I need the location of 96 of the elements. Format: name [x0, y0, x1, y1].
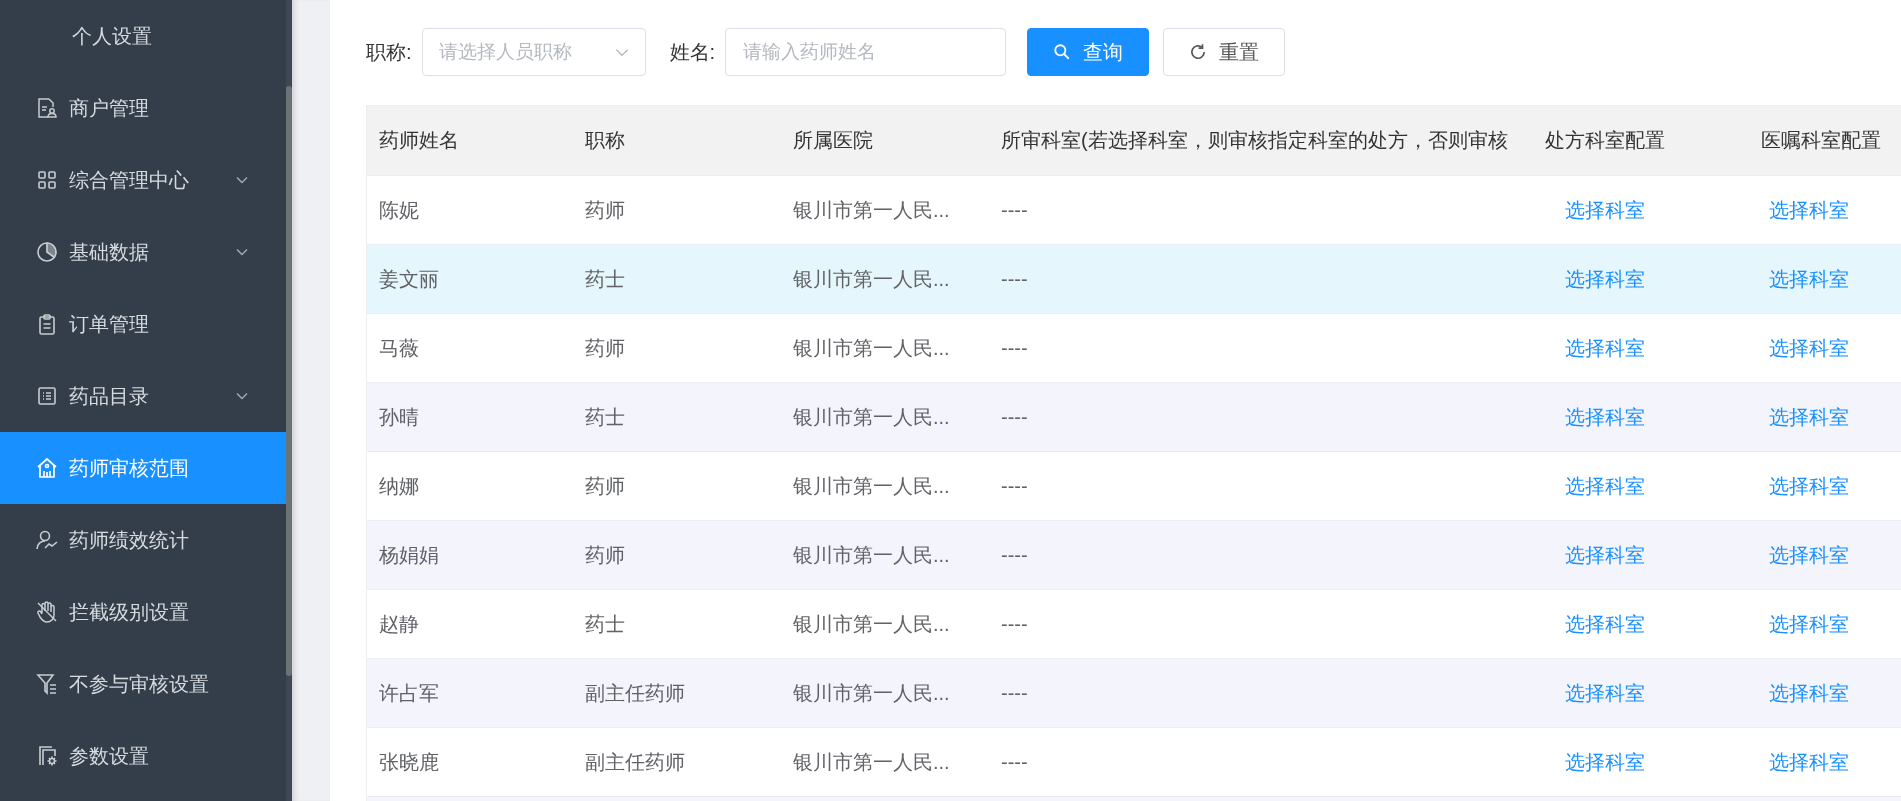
select-department-link[interactable]: 选择科室 — [1565, 681, 1645, 704]
table-cell: 杨娟娟 — [379, 543, 439, 566]
table-cell: 药士 — [585, 405, 625, 428]
column-header: 职称 — [584, 128, 626, 153]
list-icon — [35, 384, 59, 408]
field-label: 姓名: — [669, 39, 716, 65]
select-department-link[interactable]: 选择科室 — [1565, 750, 1645, 773]
table-cell: 药师 — [585, 336, 625, 359]
table-cell: 银川市第一人民... — [793, 612, 950, 635]
select-department-link[interactable]: 选择科室 — [1565, 267, 1645, 290]
refresh-icon — [1189, 43, 1208, 61]
sidebar-item[interactable]: 订单管理 — [0, 288, 288, 360]
search-button[interactable]: 查询 — [1027, 28, 1150, 76]
table-cell: 纳娜 — [379, 474, 419, 497]
select-department-link[interactable]: 选择科室 — [1769, 681, 1849, 704]
table-cell: 药士 — [585, 267, 625, 290]
column-header: 所审科室(若选择科室，则审核指定科室的处方，否则审核 — [1000, 128, 1509, 153]
sidebar-item[interactable]: 药品目录 — [0, 360, 288, 432]
table-cell: 张晓鹿 — [379, 750, 439, 773]
table-cell: 银川市第一人民... — [793, 405, 950, 428]
chevron-down-icon — [236, 392, 248, 400]
title-select[interactable]: 请选择人员职称 — [421, 28, 646, 76]
sidebar-item[interactable]: 药师审核范围 — [0, 432, 288, 504]
select-department-link[interactable]: 选择科室 — [1565, 336, 1645, 359]
select-department-link[interactable]: 选择科室 — [1769, 198, 1849, 221]
sidebar-item[interactable]: 个人设置 — [0, 0, 288, 72]
select-department-link[interactable]: 选择科室 — [1769, 336, 1849, 359]
select-department-link[interactable]: 选择科室 — [1565, 198, 1645, 221]
select-department-link[interactable]: 选择科室 — [1769, 543, 1849, 566]
hand-icon — [35, 600, 59, 624]
table-cell: 银川市第一人民... — [793, 198, 950, 221]
table-cell: 银川市第一人民... — [793, 750, 950, 773]
reset-button[interactable]: 重置 — [1163, 28, 1286, 76]
table-cell: 马薇 — [379, 336, 419, 359]
table-row[interactable]: 许占军 副主任药师 银川市第一人民... ---- 选择科室 选择科室 — [367, 659, 1901, 728]
sidebar-item[interactable]: 综合管理中心 — [0, 144, 288, 216]
table-cell: 药士 — [585, 612, 625, 635]
field-label: 职称: — [366, 39, 412, 65]
pie-chart-icon — [35, 240, 59, 264]
table-cell: 银川市第一人民... — [793, 543, 950, 566]
table-cell: 银川市第一人民... — [793, 267, 950, 290]
scrollbar[interactable] — [286, 0, 292, 801]
sidebar-item[interactable]: 基础数据 — [0, 216, 288, 288]
table-cell: 药师 — [585, 474, 625, 497]
search-icon — [1053, 43, 1072, 61]
table-cell: ---- — [1001, 267, 1028, 290]
chevron-down-icon — [236, 176, 248, 184]
column-header: 所属医院 — [792, 128, 874, 153]
table-cell: 姜文丽 — [379, 267, 439, 290]
column-header: 医嘱科室配置 — [1760, 128, 1882, 153]
select-department-link[interactable]: 选择科室 — [1565, 543, 1645, 566]
document-user-icon — [35, 96, 59, 120]
select-department-link[interactable]: 选择科室 — [1769, 612, 1849, 635]
table-cell: 银川市第一人民... — [793, 336, 950, 359]
chevron-down-icon — [614, 47, 629, 57]
table-row[interactable]: 孙晴 药士 银川市第一人民... ---- 选择科室 选择科室 — [367, 383, 1901, 452]
select-department-link[interactable]: 选择科室 — [1565, 405, 1645, 428]
table-cell: 银川市第一人民... — [793, 681, 950, 704]
name-input[interactable]: 请输入药师姓名 — [725, 28, 1007, 76]
table-cell: ---- — [1001, 750, 1028, 773]
select-department-link[interactable]: 选择科室 — [1769, 750, 1849, 773]
table-cell: 药师 — [585, 543, 625, 566]
sidebar-item[interactable]: 拦截级别设置 — [0, 576, 288, 648]
table-cell: ---- — [1001, 474, 1028, 497]
table-cell: 副主任药师 — [585, 681, 685, 704]
table-cell: ---- — [1001, 336, 1028, 359]
sidebar-item[interactable]: 参数设置 — [0, 720, 288, 792]
table-cell: 孙晴 — [379, 405, 419, 428]
select-department-link[interactable]: 选择科室 — [1769, 267, 1849, 290]
filter-icon — [35, 672, 59, 696]
sidebar-item[interactable]: 商户管理 — [0, 72, 288, 144]
table-cell: ---- — [1001, 612, 1028, 635]
table-cell: ---- — [1001, 198, 1028, 221]
table-cell: 药师 — [585, 198, 625, 221]
user-chart-icon — [35, 528, 59, 552]
table-row[interactable]: 姜文丽 药士 银川市第一人民... ---- 选择科室 选择科室 — [367, 245, 1901, 314]
sidebar-item[interactable]: 不参与审核设置 — [0, 648, 288, 720]
table-cell: 副主任药师 — [585, 750, 685, 773]
column-header: 药师姓名 — [378, 128, 460, 153]
table-row[interactable]: 杨娟娟 药师 银川市第一人民... ---- 选择科室 选择科室 — [367, 521, 1901, 590]
select-department-link[interactable]: 选择科室 — [1769, 474, 1849, 497]
table-cell: 陈妮 — [379, 198, 419, 221]
table-cell: ---- — [1001, 405, 1028, 428]
chevron-down-icon — [236, 248, 248, 256]
table-cell: ---- — [1001, 681, 1028, 704]
grid-icon — [35, 168, 59, 192]
table-cell: 银川市第一人民... — [793, 474, 950, 497]
select-department-link[interactable]: 选择科室 — [1769, 405, 1849, 428]
table-cell: 许占军 — [379, 681, 439, 704]
sidebar-item[interactable]: 药师绩效统计 — [0, 504, 288, 576]
select-department-link[interactable]: 选择科室 — [1565, 612, 1645, 635]
select-department-link[interactable]: 选择科室 — [1565, 474, 1645, 497]
column-header: 处方科室配置 — [1545, 128, 1666, 153]
table-cell: ---- — [1001, 543, 1028, 566]
table-cell: 赵静 — [379, 612, 419, 635]
house-icon — [35, 456, 59, 480]
